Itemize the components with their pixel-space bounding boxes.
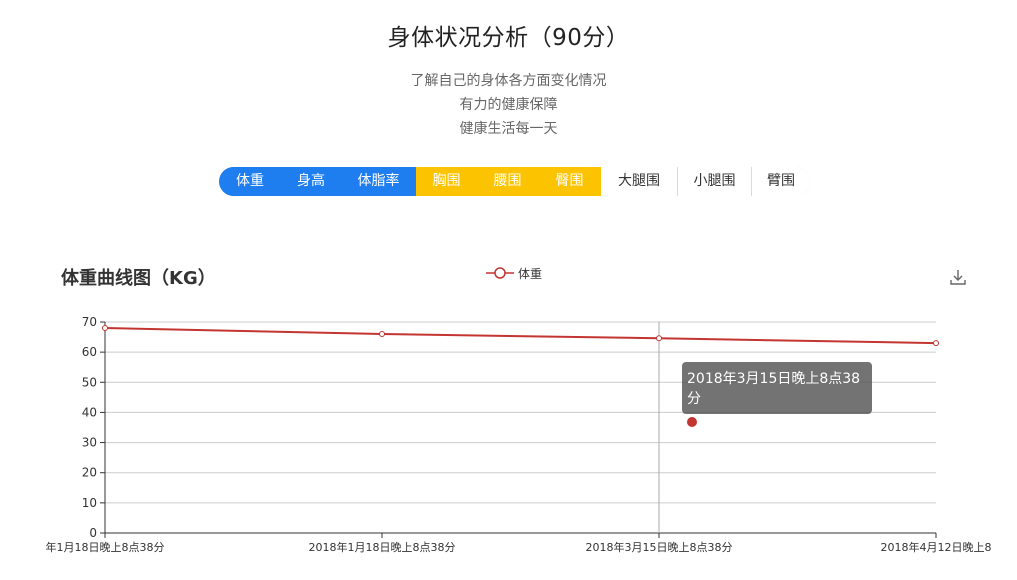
chart-tooltip: 2018年3月15日晚上8点38分 体重: 64.6 [682,362,872,431]
y-tick-label: 0 [89,526,97,540]
x-tick-label: 2018年1月18日晚上8点38分 [309,540,456,554]
tooltip-series-dot [687,417,697,427]
y-tick-label: 30 [82,436,97,450]
x-tick-label: 2018年3月15日晚上8点38分 [586,540,733,554]
data-point [933,340,939,347]
y-tick-label: 20 [82,466,97,480]
y-tick-label: 50 [82,375,97,389]
y-tick-label: 10 [82,496,97,510]
x-tick-label: 年1月18日晚上8点38分 [46,540,165,554]
data-point [102,325,108,332]
y-tick-label: 70 [82,315,97,329]
tooltip-value: 体重: 64.6 [702,415,771,431]
x-tick-label: 2018年4月12日晚上8 [881,540,992,554]
tooltip-date: 2018年3月15日晚上8点38分 [687,371,861,407]
data-point [379,331,385,338]
y-tick-label: 60 [82,345,97,359]
data-point [656,335,662,342]
y-tick-label: 40 [82,405,97,419]
series-line-weight [104,327,937,345]
line-chart: 0 10 20 30 40 50 60 70 年1月18日晚上8点38分 2018年1月18日晚上… [46,315,992,554]
